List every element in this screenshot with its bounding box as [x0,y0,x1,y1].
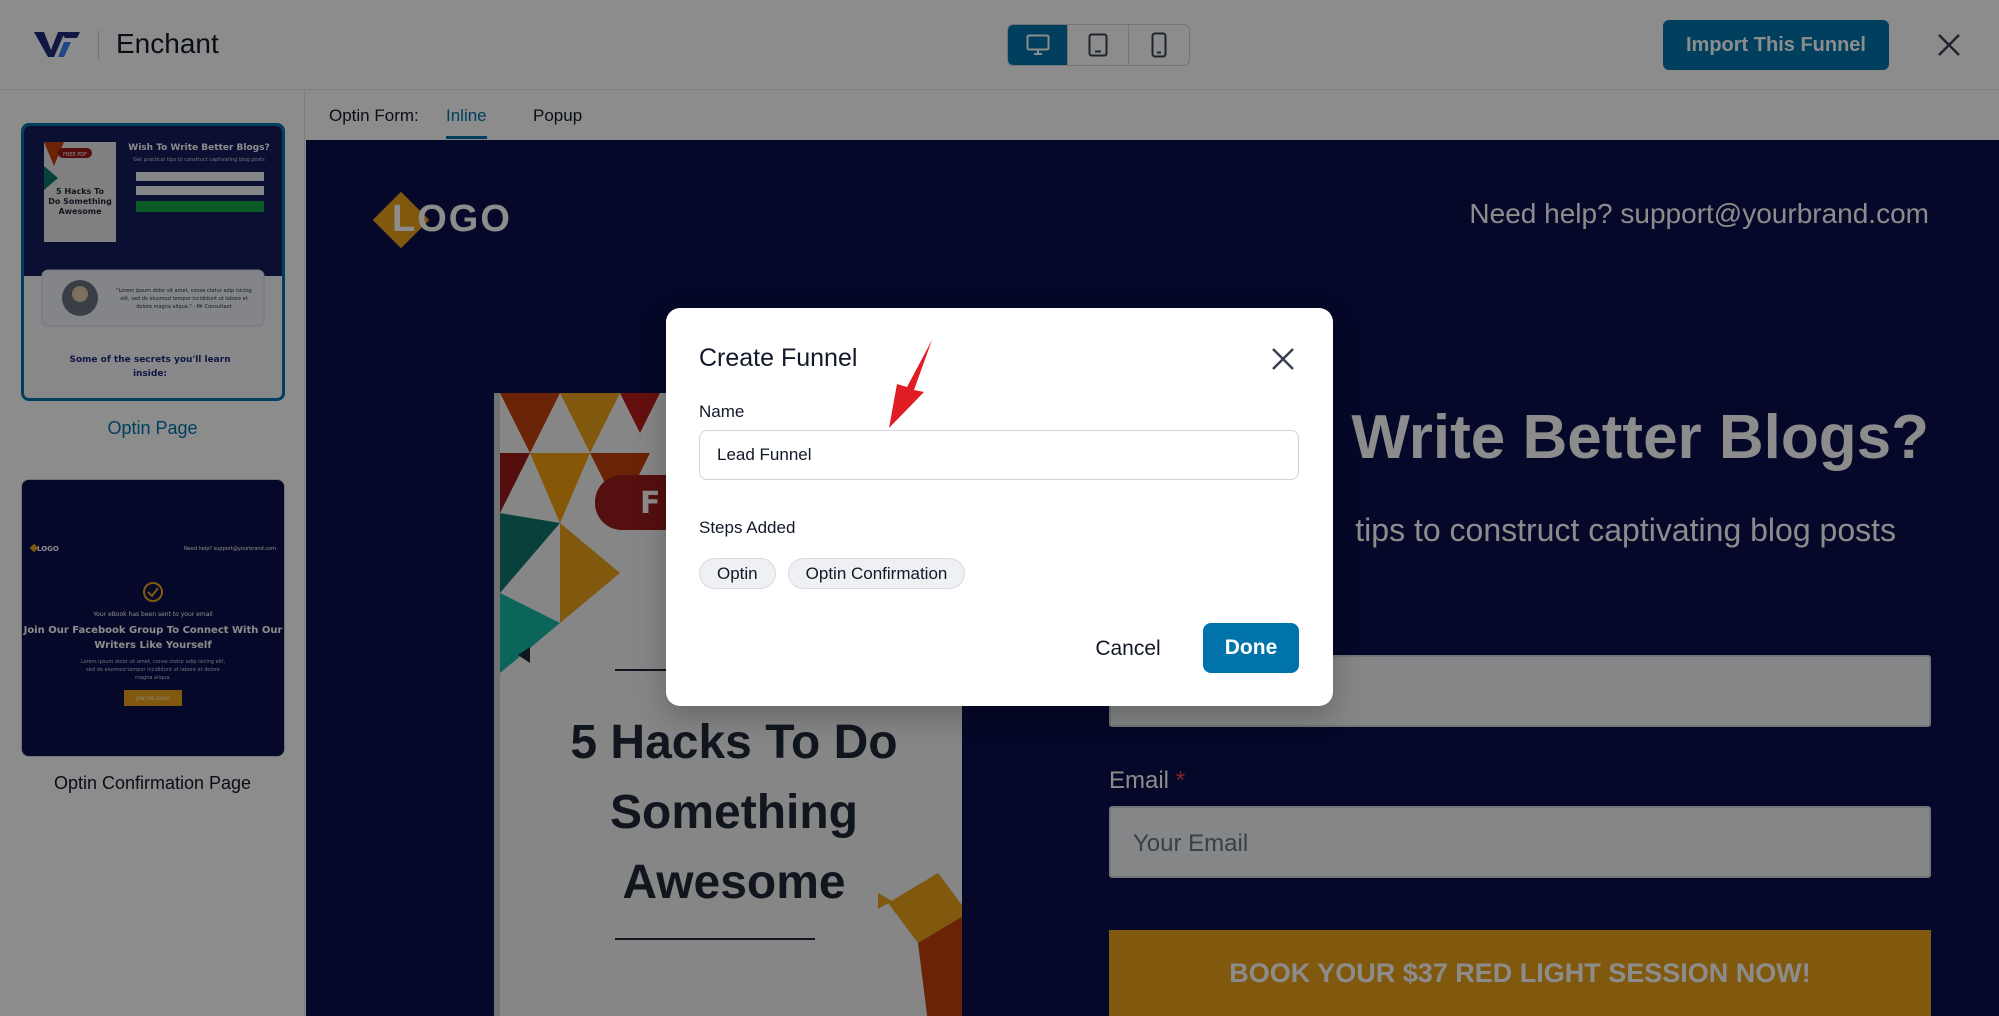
name-label: Name [699,402,745,421]
steps-chips: Optin Optin Confirmation [699,558,966,589]
modal-title: Create Funnel [699,344,858,372]
funnel-name-input[interactable] [699,430,1299,480]
create-funnel-modal: Create Funnel Name Steps Added Optin Opt… [666,308,1333,706]
done-button[interactable]: Done [1203,623,1299,673]
steps-added-label: Steps Added [699,518,796,537]
modal-close-icon[interactable] [1268,344,1298,374]
step-chip-optin: Optin [699,558,776,589]
cancel-button[interactable]: Cancel [1078,624,1178,674]
annotation-arrow-icon [889,340,932,428]
step-chip-optin-confirmation: Optin Confirmation [787,558,966,589]
